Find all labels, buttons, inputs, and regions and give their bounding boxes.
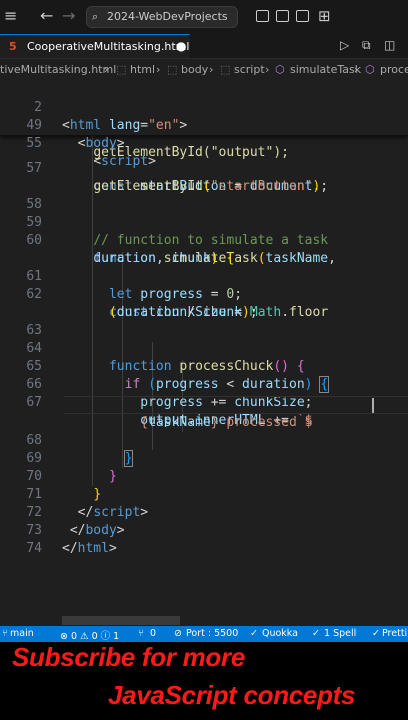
ports-icon: ⑂ xyxy=(138,628,144,639)
line-number: 55 xyxy=(26,136,42,151)
search-icon: ⌕ xyxy=(92,10,99,23)
title-bar: ≡ ← → ⌕ 2024-WebDevProjects ⊞ xyxy=(0,0,408,34)
search-text: 2024-WebDevProjects xyxy=(107,10,228,23)
menu-icon[interactable]: ≡ xyxy=(4,6,17,26)
code-line: 66 progress += chunkSize; xyxy=(0,358,408,410)
code-line: 70 } xyxy=(0,450,408,502)
code-editor[interactable]: 2 <html lang="en"> 49 <body> 55 <script>… xyxy=(0,81,408,626)
code-line: 65 if (progress < duration) { xyxy=(0,340,408,393)
toggle-primary-sidebar-icon[interactable] xyxy=(256,10,269,22)
open-preview-icon[interactable]: ⧉ xyxy=(362,38,371,53)
breadcrumb-separator: › xyxy=(265,63,270,76)
code-token: html xyxy=(77,541,109,556)
code-line: 67 output.innerHTML += `$ xyxy=(0,376,408,428)
arrow-right-icon[interactable]: → xyxy=(62,6,75,26)
code-line: 73 </html> xyxy=(0,504,408,556)
spell-check-status[interactable]: 1 Spell xyxy=(324,628,356,639)
quokka-status[interactable]: Quokka xyxy=(262,628,298,639)
element-icon: ⬚ xyxy=(220,63,231,76)
code-line: 59 // function to simulate a task xyxy=(0,196,408,248)
breadcrumb-separator: › xyxy=(209,63,214,76)
code-line: 61 let progress = 0; xyxy=(0,250,408,302)
breadcrumb-script[interactable]: script xyxy=(234,63,265,76)
code-line: 69 } xyxy=(0,432,408,484)
code-token: script xyxy=(101,154,149,169)
ports-count[interactable]: 0 xyxy=(150,628,156,639)
function-icon: ⬡ xyxy=(365,63,375,76)
breadcrumb: tiveMultitasking.html › ⬚ html › ⬚ body … xyxy=(0,59,408,81)
customize-layout-icon[interactable]: ⊞ xyxy=(318,6,331,26)
code-line: 64 function processChuck() { xyxy=(0,322,408,374)
caption-overlay: Subscribe for more JavaScript concepts xyxy=(0,642,408,720)
breadcrumb-file[interactable]: tiveMultitasking.html xyxy=(0,63,116,76)
code-line: 62 const chunkSize = Math.floor xyxy=(0,268,408,320)
code-line: 58 xyxy=(0,178,408,212)
arrow-left-icon[interactable]: ← xyxy=(40,6,53,26)
caption-line-1: Subscribe for more xyxy=(12,642,245,672)
code-token: body xyxy=(85,136,117,151)
tab-cooperative-multitasking[interactable]: 5 CooperativeMultitasking.html ● xyxy=(0,34,190,58)
prettier-icon: ✓ xyxy=(372,628,380,639)
breadcrumb-process[interactable]: proce xyxy=(380,63,408,76)
run-icon[interactable]: ▷ xyxy=(340,38,349,52)
code-line: 2 <html lang="en"> xyxy=(0,81,408,133)
toggle-panel-icon[interactable] xyxy=(276,10,289,22)
spell-icon: ✓ xyxy=(312,628,320,639)
toggle-secondary-sidebar-icon[interactable] xyxy=(296,10,309,22)
code-line: duration, chunk) { xyxy=(93,251,235,266)
code-line: 72 </body> xyxy=(0,486,408,538)
prettier-status[interactable]: Pretti xyxy=(382,628,407,639)
breadcrumb-separator: › xyxy=(156,63,161,76)
caption-line-2: JavaScript concepts xyxy=(108,680,356,710)
split-editor-icon[interactable]: ◫ xyxy=(384,38,395,52)
breadcrumb-body[interactable]: body xyxy=(181,63,208,76)
status-bar: ⑂ main ⊗ 0 ⚠ 0 ⓘ 1 ⑂ 0 ⊘ Port : 5500 ✓ Q… xyxy=(0,626,408,642)
function-icon: ⬡ xyxy=(275,63,285,76)
problems-indicator[interactable]: ⊗ 0 ⚠ 0 ⓘ 1 xyxy=(60,628,119,642)
git-branch[interactable]: main xyxy=(10,628,34,639)
command-center-search[interactable]: ⌕ 2024-WebDevProjects xyxy=(86,6,238,28)
code-line: 60 function simulateTask(taskName, xyxy=(0,214,408,266)
tab-label: CooperativeMultitasking.html xyxy=(27,40,190,53)
code-line: {taskName} processed $ xyxy=(140,415,313,430)
element-icon: ⬚ xyxy=(116,63,127,76)
code-line: 63 xyxy=(0,304,408,338)
code-line: 74 xyxy=(0,522,408,556)
live-server-port[interactable]: Port : 5500 xyxy=(186,628,238,639)
code-line: 49 <body> xyxy=(0,99,408,151)
line-number: 74 xyxy=(26,541,42,556)
tab-bar: 5 CooperativeMultitasking.html ● ▷ ⧉ ◫ xyxy=(0,34,408,59)
element-icon: ⬚ xyxy=(167,63,178,76)
branch-icon: ⑂ xyxy=(2,628,8,639)
quokka-icon: ✓ xyxy=(250,628,258,639)
breadcrumb-separator: › xyxy=(104,63,109,76)
code-line: 68 } xyxy=(0,414,408,467)
text-cursor xyxy=(372,398,374,413)
sticky-scroll-header[interactable]: 2 <html lang="en"> 49 <body> 55 <script> xyxy=(0,81,408,169)
unsaved-indicator[interactable]: ● xyxy=(176,39,186,53)
horizontal-scrollbar[interactable] xyxy=(62,616,180,625)
html5-icon: 5 xyxy=(9,40,17,53)
breadcrumb-html[interactable]: html xyxy=(130,63,155,76)
code-line: 55 <script> xyxy=(0,117,408,169)
breadcrumb-separator: › xyxy=(354,63,359,76)
code-line: 71 </script> xyxy=(0,468,408,520)
broadcast-icon: ⊘ xyxy=(174,628,182,639)
code-line: (duration / chunk); xyxy=(108,305,258,320)
breadcrumb-simulate-task[interactable]: simulateTask xyxy=(290,63,361,76)
